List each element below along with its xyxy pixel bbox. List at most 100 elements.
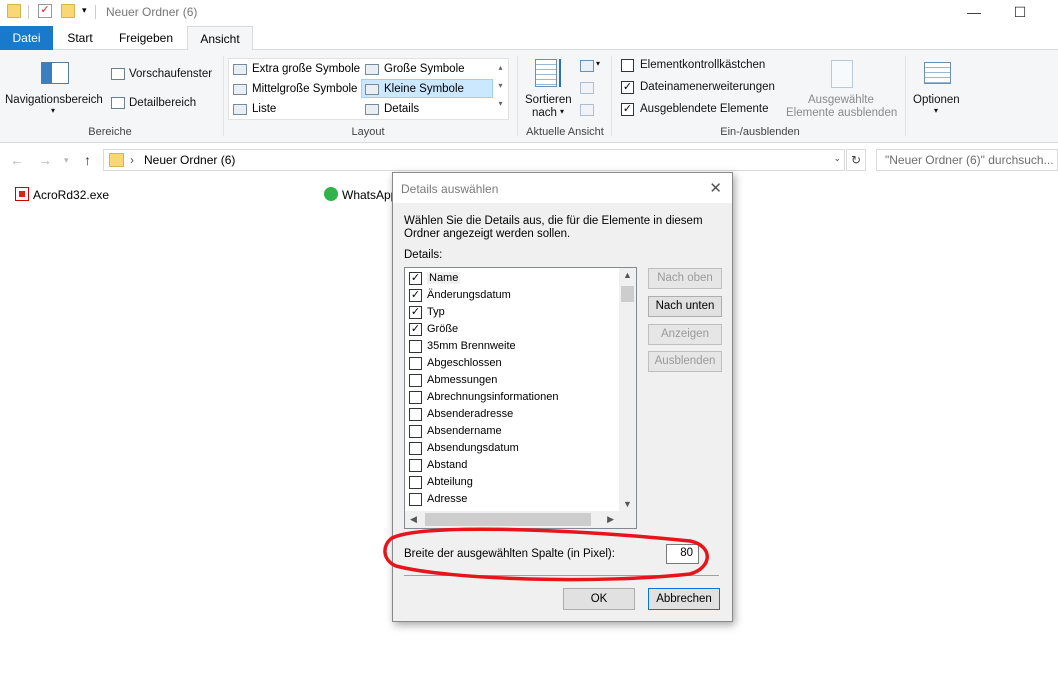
navigation-pane-icon[interactable] (41, 62, 69, 84)
scroll-thumb[interactable] (621, 286, 634, 302)
elementkontrollkaestchen-checkbox[interactable] (621, 59, 634, 72)
column-width-input[interactable]: 80 (666, 544, 699, 564)
file-name: AcroRd32.exe (33, 188, 110, 202)
details-pane-icon (111, 97, 125, 109)
forward-arrow-icon[interactable]: → (38, 152, 52, 168)
nach-oben-button[interactable]: Nach oben (648, 268, 722, 289)
details-item-label: Abmessungen (427, 374, 498, 386)
scroll-up-icon[interactable]: ▲ (623, 270, 632, 280)
tab-freigeben[interactable]: Freigeben (109, 26, 183, 50)
details-item-label: Abstand (427, 459, 468, 471)
chevron-down-icon[interactable]: ▾ (596, 59, 600, 68)
chevron-down-icon[interactable]: ▾ (934, 106, 938, 115)
search-input[interactable]: "Neuer Ordner (6)" durchsuch... (876, 149, 1058, 171)
vertical-scrollbar[interactable]: ▲ ▼ (619, 268, 636, 511)
ok-button[interactable]: OK (563, 588, 635, 610)
details-item-checkbox[interactable]: ✓ (409, 289, 422, 302)
nach-unten-button[interactable]: Nach unten (648, 296, 722, 317)
ausblenden-button[interactable]: Ausblenden (648, 351, 722, 372)
vorschaufenster-button[interactable]: Vorschaufenster (129, 68, 212, 80)
group-label-layout: Layout (351, 126, 385, 138)
layout-medium-icons[interactable]: Mittelgroße Symbole (230, 80, 357, 99)
optionen-button[interactable]: Optionen (913, 94, 960, 106)
details-item-label: Abgeschlossen (427, 357, 502, 369)
up-arrow-icon[interactable]: ↑ (84, 152, 91, 168)
maximize-icon[interactable]: ☐ (1008, 2, 1032, 22)
title-divider (95, 5, 96, 19)
details-list[interactable]: ✓ Name ✓ Änderungsdatum ✓ Typ ✓ Größe 35mm Brenn… (404, 267, 637, 529)
layout-scroll[interactable]: ▴ ▾ ▾ (494, 59, 507, 119)
details-item-checkbox[interactable] (409, 442, 422, 455)
scroll-down-icon[interactable]: ▼ (623, 499, 632, 509)
details-item-checkbox[interactable] (409, 408, 422, 421)
details-item-checkbox[interactable] (409, 425, 422, 438)
sortieren-button[interactable]: Sortieren (525, 94, 572, 106)
title-bar: ✓ ▾ Neuer Ordner (6) — ☐ (0, 0, 1058, 26)
new-folder-icon[interactable] (61, 4, 75, 18)
small-icons-icon (365, 84, 379, 95)
details-item-checkbox[interactable] (409, 391, 422, 404)
layout-details[interactable]: Details (362, 100, 419, 119)
chevron-down-icon[interactable]: ▾ (51, 106, 55, 115)
dialog-title: Details auswählen (401, 182, 499, 196)
tab-datei[interactable]: Datei (0, 26, 53, 50)
group-label-ein-ausblenden: Ein-/ausblenden (720, 126, 800, 138)
details-item-label: Name (427, 272, 461, 284)
details-item-label: Absenderadresse (427, 408, 514, 420)
breadcrumb-chevron-icon[interactable]: › (130, 153, 134, 167)
abbrechen-button[interactable]: Abbrechen (648, 588, 720, 610)
close-icon[interactable]: ✕ (709, 179, 722, 197)
recent-locations-icon[interactable]: ▾ (64, 155, 69, 166)
details-item-checkbox[interactable] (409, 476, 422, 489)
layout-large-icons[interactable]: Große Symbole (362, 60, 465, 79)
chevron-down-icon[interactable]: ▾ (82, 5, 87, 16)
hide-selected-icon (831, 60, 853, 88)
layout-small-icons[interactable]: Kleine Symbole (361, 79, 493, 98)
address-path[interactable]: Neuer Ordner (6) (144, 153, 235, 167)
detailbereich-button[interactable]: Detailbereich (129, 97, 196, 109)
details-item-checkbox[interactable]: ✓ (409, 272, 422, 285)
elemente-ausblenden-button: Elemente ausblenden (786, 107, 898, 119)
back-arrow-icon[interactable]: ← (10, 152, 24, 168)
details-icon (365, 104, 379, 115)
options-icon[interactable] (924, 62, 951, 84)
tab-start[interactable]: Start (58, 26, 102, 50)
minimize-icon[interactable]: — (962, 2, 986, 22)
details-item-label: 35mm Brennweite (427, 340, 516, 352)
horizontal-scrollbar[interactable]: ◀ ▶ (405, 511, 619, 528)
group-by-icon[interactable] (580, 60, 594, 72)
details-item-checkbox[interactable] (409, 493, 422, 506)
file-name: WhatsApp (342, 188, 398, 202)
details-item-checkbox[interactable] (409, 459, 422, 472)
large-icons-icon (365, 64, 379, 75)
layout-list[interactable]: Liste (230, 100, 276, 119)
details-item-checkbox[interactable] (409, 340, 422, 353)
details-item-checkbox[interactable] (409, 357, 422, 370)
dialog-divider (404, 575, 719, 576)
sort-icon[interactable] (535, 59, 557, 87)
address-dropdown-icon[interactable]: ⌄ (833, 153, 841, 164)
navigationsbereich-button[interactable]: Navigationsbereich (5, 94, 103, 106)
refresh-icon[interactable]: ↻ (846, 149, 866, 171)
scroll-right-icon[interactable]: ▶ (607, 514, 614, 525)
chevron-down-icon[interactable]: ▾ (560, 107, 564, 116)
details-item-checkbox[interactable] (409, 374, 422, 387)
layout-extra-large-icons[interactable]: Extra große Symbole (230, 60, 360, 79)
group-label-bereiche: Bereiche (88, 126, 132, 138)
title-divider (28, 5, 29, 19)
address-bar[interactable]: › Neuer Ordner (6) ⌄ (103, 149, 845, 171)
anzeigen-button[interactable]: Anzeigen (648, 324, 722, 345)
details-item-checkbox[interactable]: ✓ (409, 323, 422, 336)
scroll-left-icon[interactable]: ◀ (410, 514, 417, 525)
ausgeblendete-elemente-checkbox[interactable]: ✓ (621, 103, 634, 116)
group-divider (905, 56, 906, 136)
dateinamenerweiterungen-checkbox[interactable]: ✓ (621, 81, 634, 94)
group-divider (223, 56, 224, 136)
tab-ansicht[interactable]: Ansicht (187, 26, 253, 51)
layout-gallery: Extra große Symbole Große Symbole Mittel… (228, 58, 509, 120)
scroll-thumb[interactable] (425, 513, 591, 526)
details-item-checkbox[interactable]: ✓ (409, 306, 422, 319)
sortieren-nach-label[interactable]: nach (532, 107, 557, 119)
properties-icon[interactable]: ✓ (38, 4, 52, 18)
folder-icon (7, 4, 21, 18)
